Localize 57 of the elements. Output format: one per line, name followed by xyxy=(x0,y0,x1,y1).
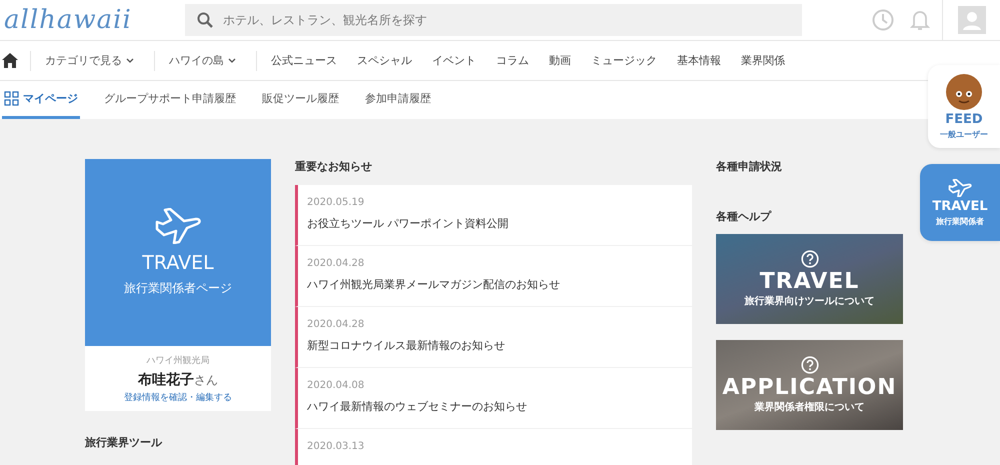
news-title: ハワイ州観光局業界メールマガジン配信のお知らせ xyxy=(307,277,561,292)
news-item[interactable]: 2020.05.19 お役立ちツール パワーポイント資料公開 xyxy=(295,185,692,246)
nav-link[interactable]: スペシャル xyxy=(357,53,412,68)
mode-switch-button[interactable]: FEED 一般ユーザー xyxy=(928,65,1000,148)
profile-title: TRAVEL xyxy=(142,252,214,274)
user-name: 布哇花子 xyxy=(138,372,194,388)
avatar-icon[interactable] xyxy=(958,6,986,34)
tab[interactable]: グループサポート申請履歴 xyxy=(102,81,238,119)
section-heading: 重要なお知らせ xyxy=(295,159,373,174)
banner-caption: 旅行業界向けツールについて xyxy=(744,294,874,308)
section-heading: 各種申請状況 xyxy=(716,159,783,174)
organization-name: ハワイ州観光局 xyxy=(146,354,210,366)
chevron-down-icon xyxy=(126,58,134,64)
news-date: 2020.04.28 xyxy=(307,258,366,269)
news-date: 2020.05.19 xyxy=(307,197,366,208)
mascot-icon xyxy=(946,74,982,110)
tab[interactable]: 参加申請履歴 xyxy=(363,81,433,119)
honorific: さん xyxy=(194,372,218,386)
home-icon[interactable] xyxy=(2,53,18,68)
dashboard-icon xyxy=(4,91,19,106)
clock-icon[interactable] xyxy=(872,9,894,31)
chevron-down-icon xyxy=(228,58,236,64)
help-banner[interactable]: TRAVEL 旅行業界向けツールについて xyxy=(716,234,903,324)
news-title: ハワイ最新情報のウェブセミナーのお知らせ xyxy=(307,399,528,414)
nav-link[interactable]: イベント xyxy=(432,53,476,68)
tab[interactable]: 販促ツール履歴 xyxy=(260,81,341,119)
nav-link[interactable]: 業界関係 xyxy=(741,53,785,68)
bell-icon[interactable] xyxy=(910,9,930,31)
news-date: 2020.03.13 xyxy=(307,441,366,452)
news-title: お役立ちツール パワーポイント資料公開 xyxy=(307,216,510,231)
news-item[interactable]: 2020.04.28 ハワイ州観光局業界メールマガジン配信のお知らせ xyxy=(295,246,692,307)
news-title: 新型コロナウイルス最新情報のお知らせ xyxy=(307,338,506,353)
category-dropdown[interactable]: カテゴリで見る xyxy=(45,53,134,68)
banner-title: TRAVEL xyxy=(760,270,860,294)
nav-link[interactable]: 動画 xyxy=(549,53,571,68)
help-banner[interactable]: APPLICATION 業界関係者権限について xyxy=(716,340,903,430)
profile-subtitle: 旅行業関係者ページ xyxy=(124,280,232,297)
nav-link[interactable]: 公式ニュース xyxy=(271,53,337,68)
section-heading: 各種ヘルプ xyxy=(716,209,772,224)
nav-link[interactable]: ミュージック xyxy=(591,53,657,68)
news-date: 2020.04.28 xyxy=(307,319,366,330)
news-item[interactable]: 2020.04.28 新型コロナウイルス最新情報のお知らせ xyxy=(295,307,692,368)
search-field[interactable]: ホテル、レストラン、観光名所を探す xyxy=(185,4,802,36)
airplane-icon xyxy=(947,178,973,196)
news-item[interactable]: 2020.04.08 ハワイ最新情報のウェブセミナーのお知らせ xyxy=(295,368,692,429)
question-icon xyxy=(800,250,818,268)
edit-profile-link[interactable]: 登録情報を確認・編集する xyxy=(124,390,232,404)
tab[interactable]: マイページ xyxy=(2,81,80,119)
banner-title: APPLICATION xyxy=(722,376,897,400)
news-date: 2020.04.08 xyxy=(307,380,366,391)
nav-link[interactable]: 基本情報 xyxy=(677,53,721,68)
banner-caption: 業界関係者権限について xyxy=(754,400,864,414)
nav-link[interactable]: コラム xyxy=(496,53,529,68)
question-icon xyxy=(800,356,818,374)
airplane-icon xyxy=(153,208,203,244)
section-heading: 旅行業界ツール xyxy=(85,435,163,450)
category-dropdown[interactable]: ハワイの島 xyxy=(169,53,236,68)
